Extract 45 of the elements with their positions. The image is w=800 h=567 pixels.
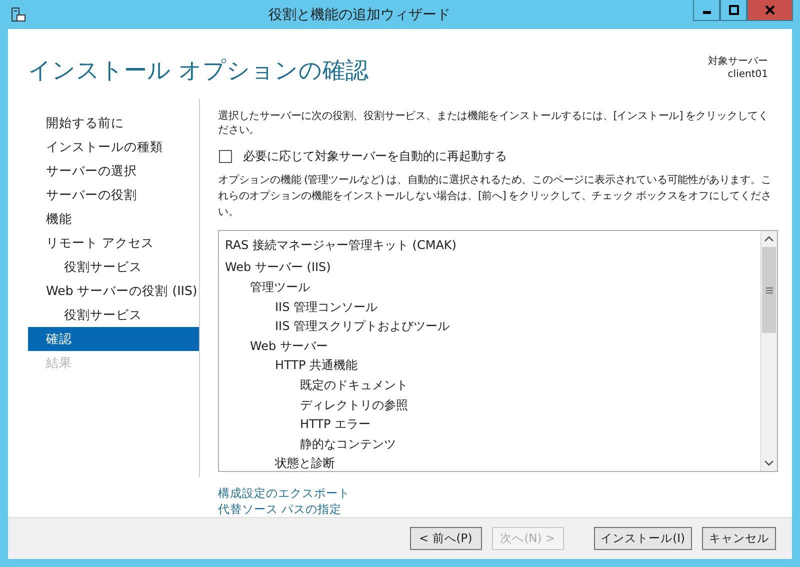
close-button[interactable]	[747, 0, 793, 21]
wizard-button[interactable]: インストール(I)	[594, 527, 692, 550]
wizard-step[interactable]: インストールの種類	[28, 135, 199, 159]
wizard-step[interactable]: Web サーバーの役割 (IIS)	[28, 279, 199, 303]
scroll-up-icon[interactable]	[764, 235, 774, 243]
link[interactable]: 構成設定のエクスポート	[218, 485, 350, 501]
restart-checkbox[interactable]	[219, 150, 232, 163]
wizard-step[interactable]: 確認	[28, 327, 199, 351]
target-server-label: 対象サーバー	[708, 55, 768, 68]
feature-item: RAS 接続マネージャー管理キット (CMAK)	[225, 238, 456, 252]
close-icon	[765, 5, 775, 15]
scroll-down-icon[interactable]	[764, 459, 774, 467]
wizard-step[interactable]: サーバーの役割	[28, 183, 199, 207]
feature-item: 状態と診断	[275, 456, 335, 470]
target-server-name: client01	[728, 68, 768, 81]
maximize-icon	[728, 5, 738, 15]
wizard-step[interactable]: 機能	[28, 207, 199, 231]
page-title: インストール オプションの確認	[28, 57, 368, 86]
feature-item: IIS 管理スクリプトおよびツール	[275, 319, 450, 334]
wizard-step[interactable]: 役割サービス	[28, 255, 199, 279]
feature-item: 既定のドキュメント	[300, 378, 408, 392]
instruction-text: 選択したサーバーに次の役割、役割サービス、または機能をインストールするには、[インストール] をクリックしてください。	[218, 109, 770, 137]
server-icon	[10, 6, 26, 22]
wizard-step[interactable]: 開始する前に	[28, 111, 199, 135]
feature-item: HTTP 共通機能	[275, 358, 358, 372]
wizard-step[interactable]: 役割サービス	[28, 303, 199, 327]
feature-item: Web サーバー (IIS)	[225, 260, 331, 274]
feature-item: 管理ツール	[250, 280, 310, 294]
feature-item: Web サーバー	[250, 338, 328, 353]
wizard-button[interactable]: < 前へ(P)	[410, 527, 482, 550]
feature-item: ディレクトリの参照	[300, 398, 408, 412]
minimize-button[interactable]	[693, 0, 720, 21]
wizard-step[interactable]: サーバーの選択	[28, 159, 199, 183]
maximize-button[interactable]	[720, 0, 747, 21]
scroll-thumb[interactable]	[762, 247, 776, 333]
note-text: オプションの機能 (管理ツールなど) は、自動的に選択されるため、このページに表示されている可能性があります。これらのオプションの機能をインストールしない場合は、[前へ] をクリックして、チェック ボックスをオフにしてください。	[218, 173, 772, 220]
window-title: 役割と機能の追加ウィザード	[268, 6, 452, 24]
checkbox-label: 必要に応じて対象サーバーを自動的に再起動する	[243, 148, 507, 165]
feature-item: 静的なコンテンツ	[300, 436, 396, 451]
link[interactable]: 代替ソース パスの指定	[218, 501, 342, 517]
feature-item: HTTP エラー	[300, 417, 371, 432]
wizard-step[interactable]: リモート アクセス	[28, 231, 199, 255]
feature-item: IIS 管理コンソール	[275, 300, 378, 314]
scrollbar[interactable]	[760, 231, 777, 471]
wizard-button[interactable]: キャンセル	[702, 527, 776, 550]
